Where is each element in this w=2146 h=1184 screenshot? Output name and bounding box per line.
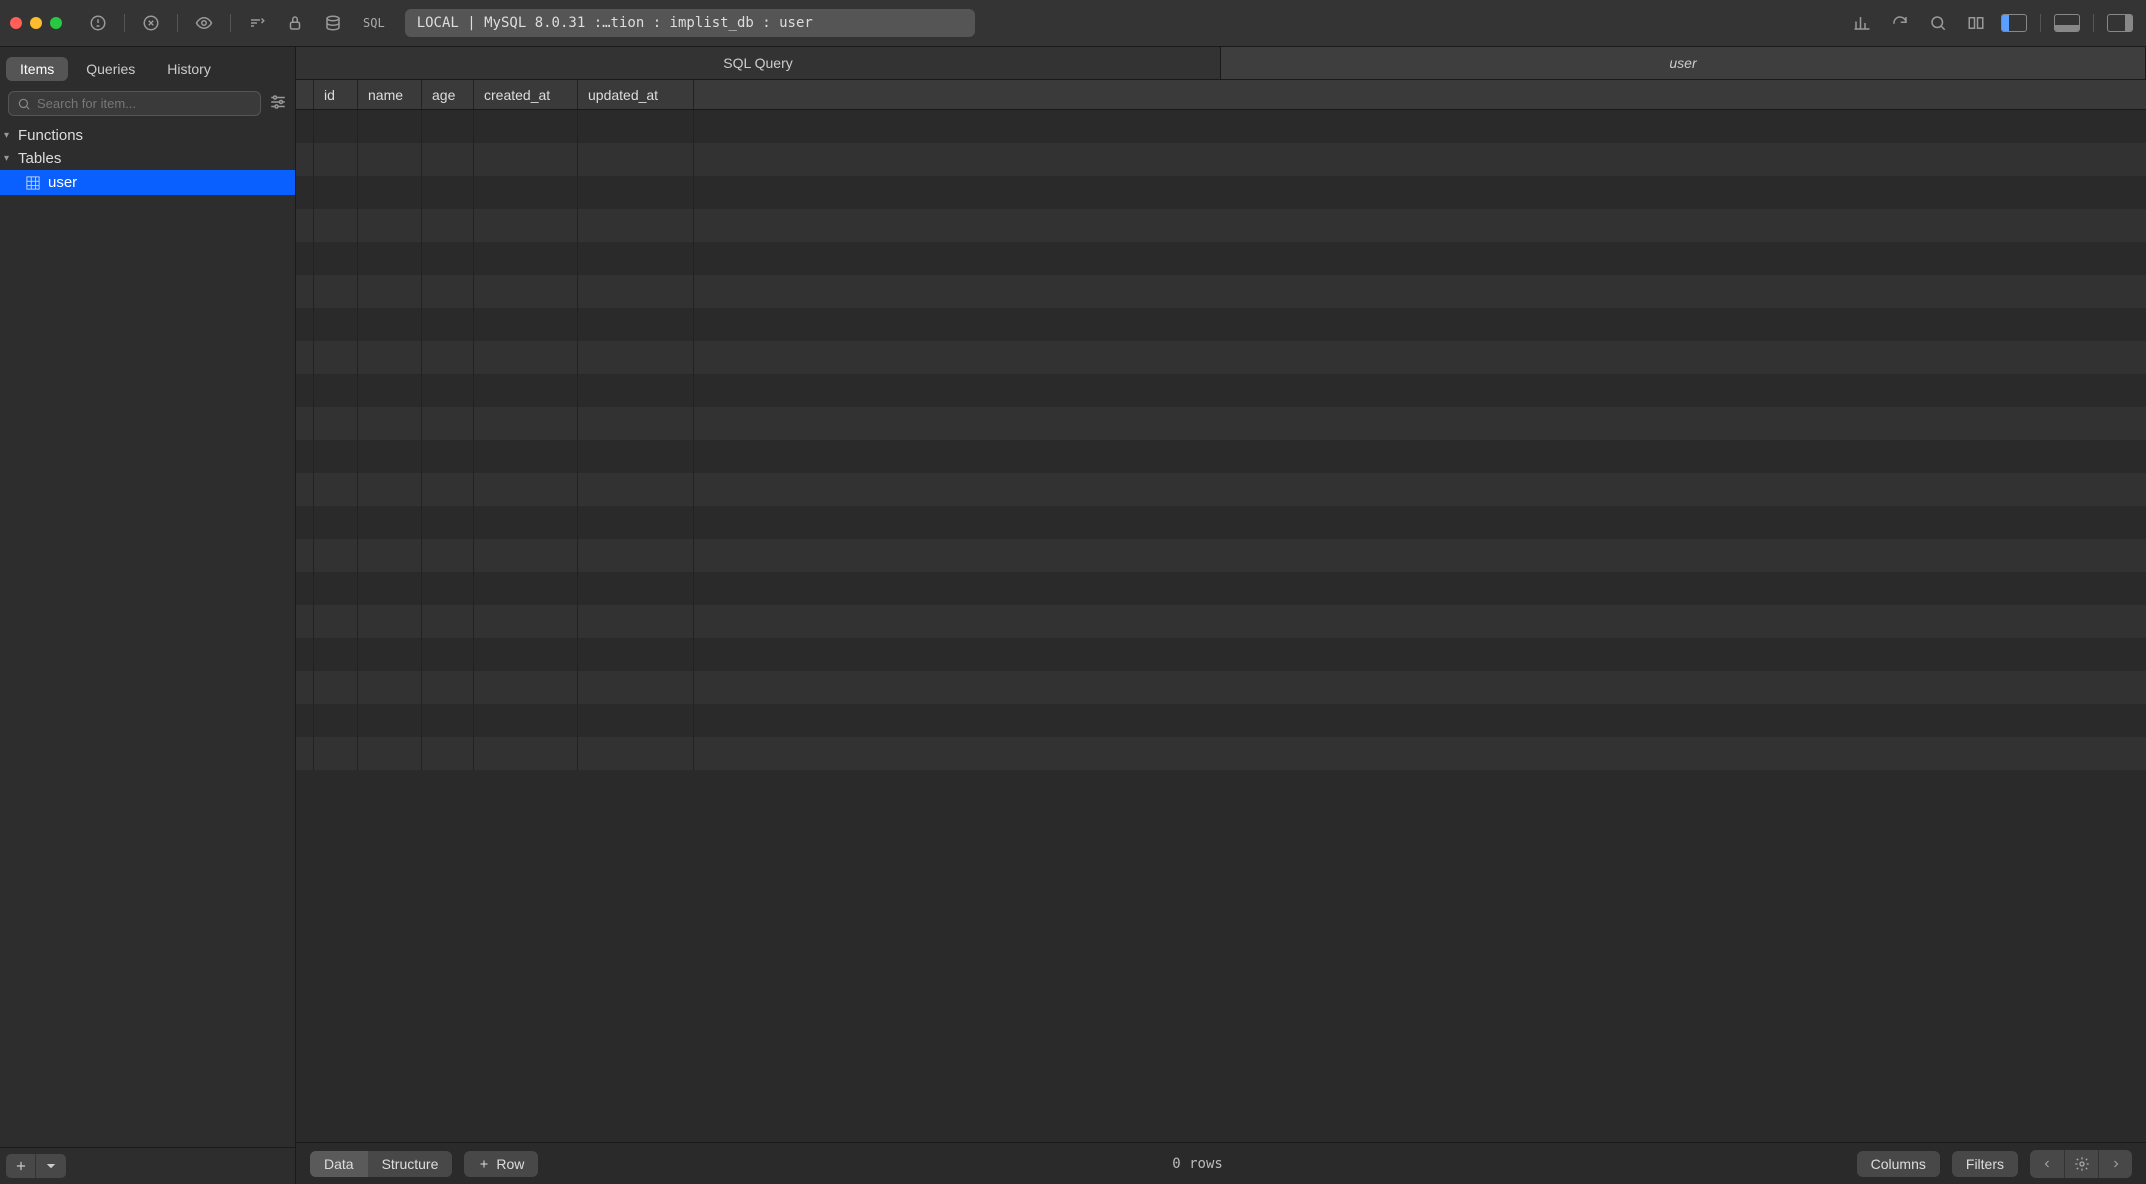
table-row[interactable] — [296, 143, 2146, 176]
plug-icon[interactable] — [82, 9, 114, 37]
search-box[interactable] — [8, 91, 261, 116]
table-row[interactable] — [296, 572, 2146, 605]
next-page-button[interactable] — [2098, 1150, 2132, 1178]
table-row[interactable] — [296, 473, 2146, 506]
search-input[interactable] — [37, 96, 252, 111]
tree-group-label: Functions — [18, 127, 83, 144]
view-mode-structure[interactable]: Structure — [368, 1151, 453, 1177]
panel-bottom-toggle[interactable] — [2051, 9, 2083, 37]
sidebar-tab-history[interactable]: History — [153, 57, 225, 81]
table-row[interactable] — [296, 704, 2146, 737]
tree-group-functions[interactable]: ▾ Functions — [0, 124, 295, 147]
tree-group-tables[interactable]: ▾ Tables — [0, 147, 295, 170]
window-controls — [10, 17, 62, 29]
maximize-window-button[interactable] — [50, 17, 62, 29]
table-row[interactable] — [296, 374, 2146, 407]
split-icon[interactable] — [1960, 9, 1992, 37]
table-header: id name age created_at updated_at — [296, 80, 2146, 110]
search-icon — [17, 97, 31, 111]
sort-icon[interactable] — [241, 9, 273, 37]
add-item-button[interactable] — [6, 1154, 36, 1178]
table-row[interactable] — [296, 341, 2146, 374]
table-row[interactable] — [296, 110, 2146, 143]
database-icon[interactable] — [317, 9, 349, 37]
table-body[interactable] — [296, 110, 2146, 1142]
sidebar-tab-queries[interactable]: Queries — [72, 57, 149, 81]
search-icon[interactable] — [1922, 9, 1954, 37]
chart-icon[interactable] — [1846, 9, 1878, 37]
main-tabs: SQL Query user — [296, 47, 2146, 80]
minimize-window-button[interactable] — [30, 17, 42, 29]
page-nav — [2030, 1150, 2132, 1178]
table-row[interactable] — [296, 506, 2146, 539]
tab-sql-query[interactable]: SQL Query — [296, 47, 1221, 79]
chevron-down-icon: ▾ — [4, 153, 14, 164]
row-count: 0 rows — [1172, 1156, 1223, 1172]
tree-item-user[interactable]: user — [0, 170, 295, 195]
cancel-icon[interactable] — [135, 9, 167, 37]
column-header-id[interactable]: id — [314, 80, 358, 109]
panel-right-toggle[interactable] — [2104, 9, 2136, 37]
columns-button[interactable]: Columns — [1857, 1151, 1940, 1177]
view-mode-data[interactable]: Data — [310, 1151, 368, 1177]
column-header-created-at[interactable]: created_at — [474, 80, 578, 109]
add-item-menu-button[interactable] — [36, 1154, 66, 1178]
add-row-button[interactable]: Row — [464, 1151, 538, 1177]
column-header-age[interactable]: age — [422, 80, 474, 109]
table-row[interactable] — [296, 176, 2146, 209]
table-row[interactable] — [296, 737, 2146, 770]
chevron-down-icon: ▾ — [4, 130, 14, 141]
eye-icon[interactable] — [188, 9, 220, 37]
table-row[interactable] — [296, 539, 2146, 572]
table-row[interactable] — [296, 638, 2146, 671]
column-header-updated-at[interactable]: updated_at — [578, 80, 694, 109]
filters-button[interactable]: Filters — [1952, 1151, 2018, 1177]
sidebar: Items Queries History ▾ Functions ▾ Tabl… — [0, 47, 296, 1184]
add-row-label: Row — [496, 1156, 524, 1172]
table-row[interactable] — [296, 671, 2146, 704]
table-row[interactable] — [296, 440, 2146, 473]
lock-icon[interactable] — [279, 9, 311, 37]
table-icon — [26, 176, 40, 190]
panel-left-toggle[interactable] — [1998, 9, 2030, 37]
column-header-name[interactable]: name — [358, 80, 422, 109]
page-settings-button[interactable] — [2064, 1150, 2098, 1178]
tab-user[interactable]: user — [1221, 47, 2146, 79]
table-row[interactable] — [296, 407, 2146, 440]
toolbar: SQL LOCAL | MySQL 8.0.31 :…tion : implis… — [0, 0, 2146, 47]
sidebar-footer — [0, 1147, 295, 1184]
table-row[interactable] — [296, 605, 2146, 638]
table-row[interactable] — [296, 209, 2146, 242]
filter-settings-icon[interactable] — [269, 93, 287, 114]
table-row[interactable] — [296, 242, 2146, 275]
tree-item-label: user — [48, 174, 77, 191]
table-row[interactable] — [296, 275, 2146, 308]
view-mode-segment: Data Structure — [310, 1151, 452, 1177]
sql-label[interactable]: SQL — [355, 16, 393, 30]
close-window-button[interactable] — [10, 17, 22, 29]
connection-breadcrumb[interactable]: LOCAL | MySQL 8.0.31 :…tion : implist_db… — [405, 9, 975, 37]
sidebar-tree: ▾ Functions ▾ Tables user — [0, 120, 295, 1147]
prev-page-button[interactable] — [2030, 1150, 2064, 1178]
plus-icon — [478, 1158, 490, 1170]
bottom-bar: Data Structure Row 0 rows Columns Filter… — [296, 1142, 2146, 1184]
table-row[interactable] — [296, 308, 2146, 341]
tree-group-label: Tables — [18, 150, 61, 167]
sidebar-tabs: Items Queries History — [0, 47, 295, 87]
sidebar-tab-items[interactable]: Items — [6, 57, 68, 81]
main-panel: SQL Query user id name age created_at up… — [296, 47, 2146, 1184]
refresh-icon[interactable] — [1884, 9, 1916, 37]
